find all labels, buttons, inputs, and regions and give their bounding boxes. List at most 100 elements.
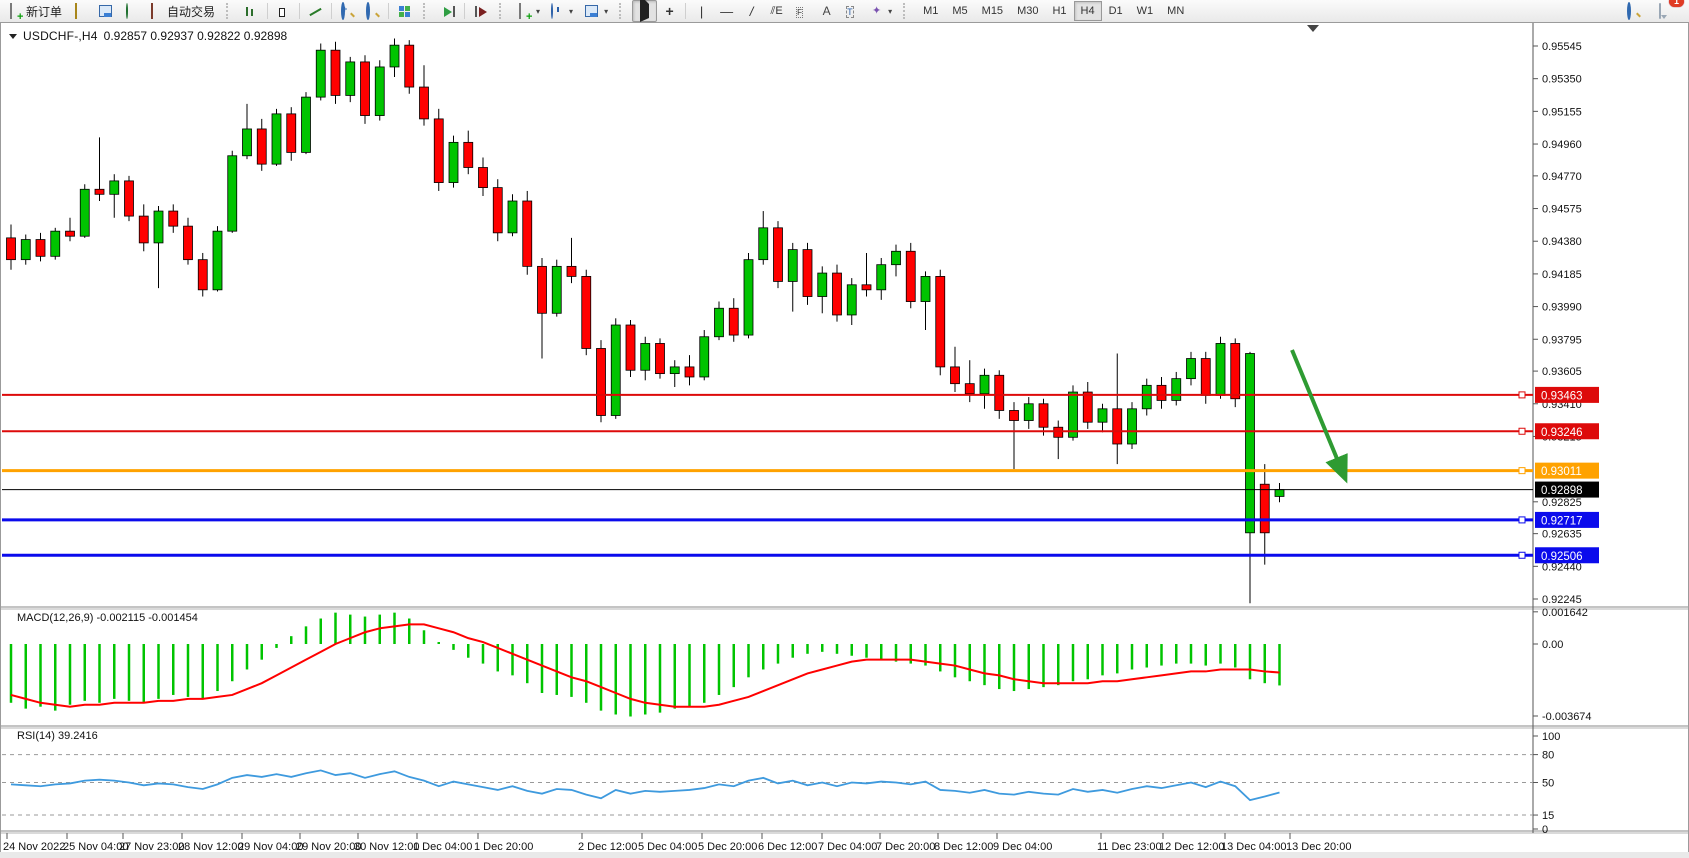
trend-line-button[interactable]: / — [739, 0, 764, 22]
timeframe-m30[interactable]: M30 — [1010, 1, 1045, 21]
auto-scroll-icon — [441, 4, 456, 19]
svg-text:0.92898: 0.92898 — [1541, 485, 1583, 497]
equidistant-channel-button[interactable]: ⫽E — [764, 0, 789, 22]
navigator-button[interactable] — [119, 0, 144, 22]
cursor-icon — [637, 4, 652, 19]
svg-text:0.00: 0.00 — [1542, 639, 1563, 651]
timeframe-w1[interactable]: W1 — [1130, 1, 1161, 21]
search-icon — [1626, 4, 1641, 19]
line-chart-button[interactable] — [303, 0, 328, 22]
horizontal-line-icon: — — [719, 4, 734, 19]
toolbar-grip[interactable] — [226, 3, 233, 19]
standard-toolbar-group: + 新订单 自动交易 — [0, 0, 223, 22]
tile-windows-button[interactable] — [392, 0, 417, 22]
new-order-button[interactable]: + 新订单 — [3, 0, 67, 22]
svg-text:0.94380: 0.94380 — [1542, 236, 1582, 248]
line-chart-icon — [308, 4, 323, 19]
svg-text:80: 80 — [1542, 750, 1554, 762]
metaeditor-button[interactable] — [67, 0, 92, 22]
candlestick-chart-button[interactable] — [271, 0, 296, 22]
svg-text:0.93990: 0.93990 — [1542, 302, 1582, 314]
price-chart-canvas[interactable]: 0.955450.953500.951550.949600.947700.945… — [1, 23, 1688, 858]
templates-button[interactable]: ▾ — [578, 0, 613, 22]
metaeditor-icon — [72, 4, 87, 19]
chart-shift-marker-icon — [1307, 25, 1319, 32]
periods-button[interactable]: ▾ — [545, 0, 578, 22]
main-toolbar: + 新订单 自动交易 + - — [0, 0, 1689, 23]
arrows-icon: ✦ — [869, 4, 884, 19]
equidistant-channel-icon: ⫽E — [769, 4, 784, 19]
arrows-button[interactable]: ✦▾ — [864, 0, 897, 22]
insert-indicator-button[interactable]: +▾ — [512, 0, 545, 22]
svg-text:0.93246: 0.93246 — [1541, 427, 1583, 439]
dropdown-caret-icon: ▾ — [536, 7, 540, 16]
svg-text:0.001642: 0.001642 — [1542, 607, 1588, 619]
svg-text:0.93011: 0.93011 — [1541, 466, 1582, 478]
line-studies-group: + | — / ⫽E F A T ✦▾ — [629, 0, 900, 22]
svg-text:0.92635: 0.92635 — [1542, 529, 1582, 541]
auto-scroll-button[interactable] — [436, 0, 461, 22]
toolbar-grip[interactable] — [499, 3, 506, 19]
navigator-icon — [124, 4, 139, 19]
arrow-annotation[interactable] — [1292, 350, 1345, 478]
market-watch-button[interactable] — [92, 0, 119, 22]
price-axis-badge: 0.93011 — [1535, 463, 1599, 479]
svg-text:0.93605: 0.93605 — [1542, 366, 1582, 378]
search-button[interactable] — [1621, 0, 1646, 22]
timeframe-d1[interactable]: D1 — [1102, 1, 1130, 21]
svg-text:0: 0 — [1542, 824, 1548, 836]
templates-icon — [585, 5, 598, 17]
text-button[interactable]: A — [814, 0, 839, 22]
auto-trading-button[interactable]: 自动交易 — [144, 0, 220, 22]
timeframe-mn[interactable]: MN — [1160, 1, 1191, 21]
timeframe-m5[interactable]: M5 — [945, 1, 974, 21]
cursor-button[interactable] — [632, 0, 657, 22]
metatrader-app: + 新订单 自动交易 + - — [0, 0, 1689, 858]
horizontal-line-button[interactable]: — — [714, 0, 739, 22]
toolbar-right-group: 1 — [1621, 0, 1689, 22]
zoom-in-button[interactable]: + — [335, 0, 360, 22]
zoom-out-button[interactable]: - — [360, 0, 385, 22]
new-order-icon: + — [8, 4, 23, 19]
price-axis-badge: 0.93463 — [1535, 387, 1599, 403]
text-label-button[interactable]: T — [839, 0, 864, 22]
timeframe-h1[interactable]: H1 — [1045, 1, 1073, 21]
text-label-icon: T — [844, 4, 859, 19]
vertical-line-button[interactable]: | — [689, 0, 714, 22]
timeframe-m15[interactable]: M15 — [975, 1, 1010, 21]
svg-text:0.93795: 0.93795 — [1542, 334, 1582, 346]
timeframe-toolbar: M1M5M15M30H1H4D1W1MN — [913, 0, 1194, 22]
fibonacci-button[interactable]: F — [789, 0, 814, 22]
svg-text:0.93463: 0.93463 — [1541, 390, 1583, 402]
svg-text:0.95545: 0.95545 — [1542, 41, 1582, 53]
vertical-line-icon: | — [694, 4, 709, 19]
timeframe-m1[interactable]: M1 — [916, 1, 945, 21]
timeframe-h4[interactable]: H4 — [1074, 1, 1102, 21]
chart-shift-button[interactable] — [468, 0, 493, 22]
auto-trading-icon — [149, 4, 164, 19]
bar-chart-icon — [244, 4, 259, 19]
crosshair-button[interactable]: + — [657, 0, 682, 22]
svg-text:0.95350: 0.95350 — [1542, 74, 1582, 86]
zoom-out-icon: - — [365, 4, 380, 19]
svg-text:0.92825: 0.92825 — [1542, 497, 1582, 509]
notification-count-badge: 1 — [1669, 0, 1684, 7]
insert-indicator-icon: + — [517, 4, 532, 19]
scroll-group — [433, 0, 496, 22]
svg-text:0.94185: 0.94185 — [1542, 269, 1582, 281]
time-axis: 24 Nov 202225 Nov 04:0027 Nov 23:0028 No… — [3, 833, 1351, 853]
zoom-in-icon: + — [340, 4, 355, 19]
tile-windows-icon — [399, 6, 410, 17]
periods-clock-icon — [550, 4, 565, 19]
svg-text:50: 50 — [1542, 778, 1554, 790]
toolbar-grip[interactable] — [423, 3, 430, 19]
market-watch-icon — [99, 5, 112, 17]
horizontal-level-lines[interactable] — [2, 392, 1533, 558]
notifications-button[interactable]: 1 — [1654, 0, 1679, 22]
toolbar-grip[interactable] — [619, 3, 626, 19]
toolbar-grip[interactable] — [903, 3, 910, 19]
bar-chart-button[interactable] — [239, 0, 264, 22]
svg-text:0.94770: 0.94770 — [1542, 171, 1582, 183]
price-axis-badge: 0.92898 — [1535, 482, 1599, 498]
new-order-label: 新订单 — [26, 3, 62, 20]
